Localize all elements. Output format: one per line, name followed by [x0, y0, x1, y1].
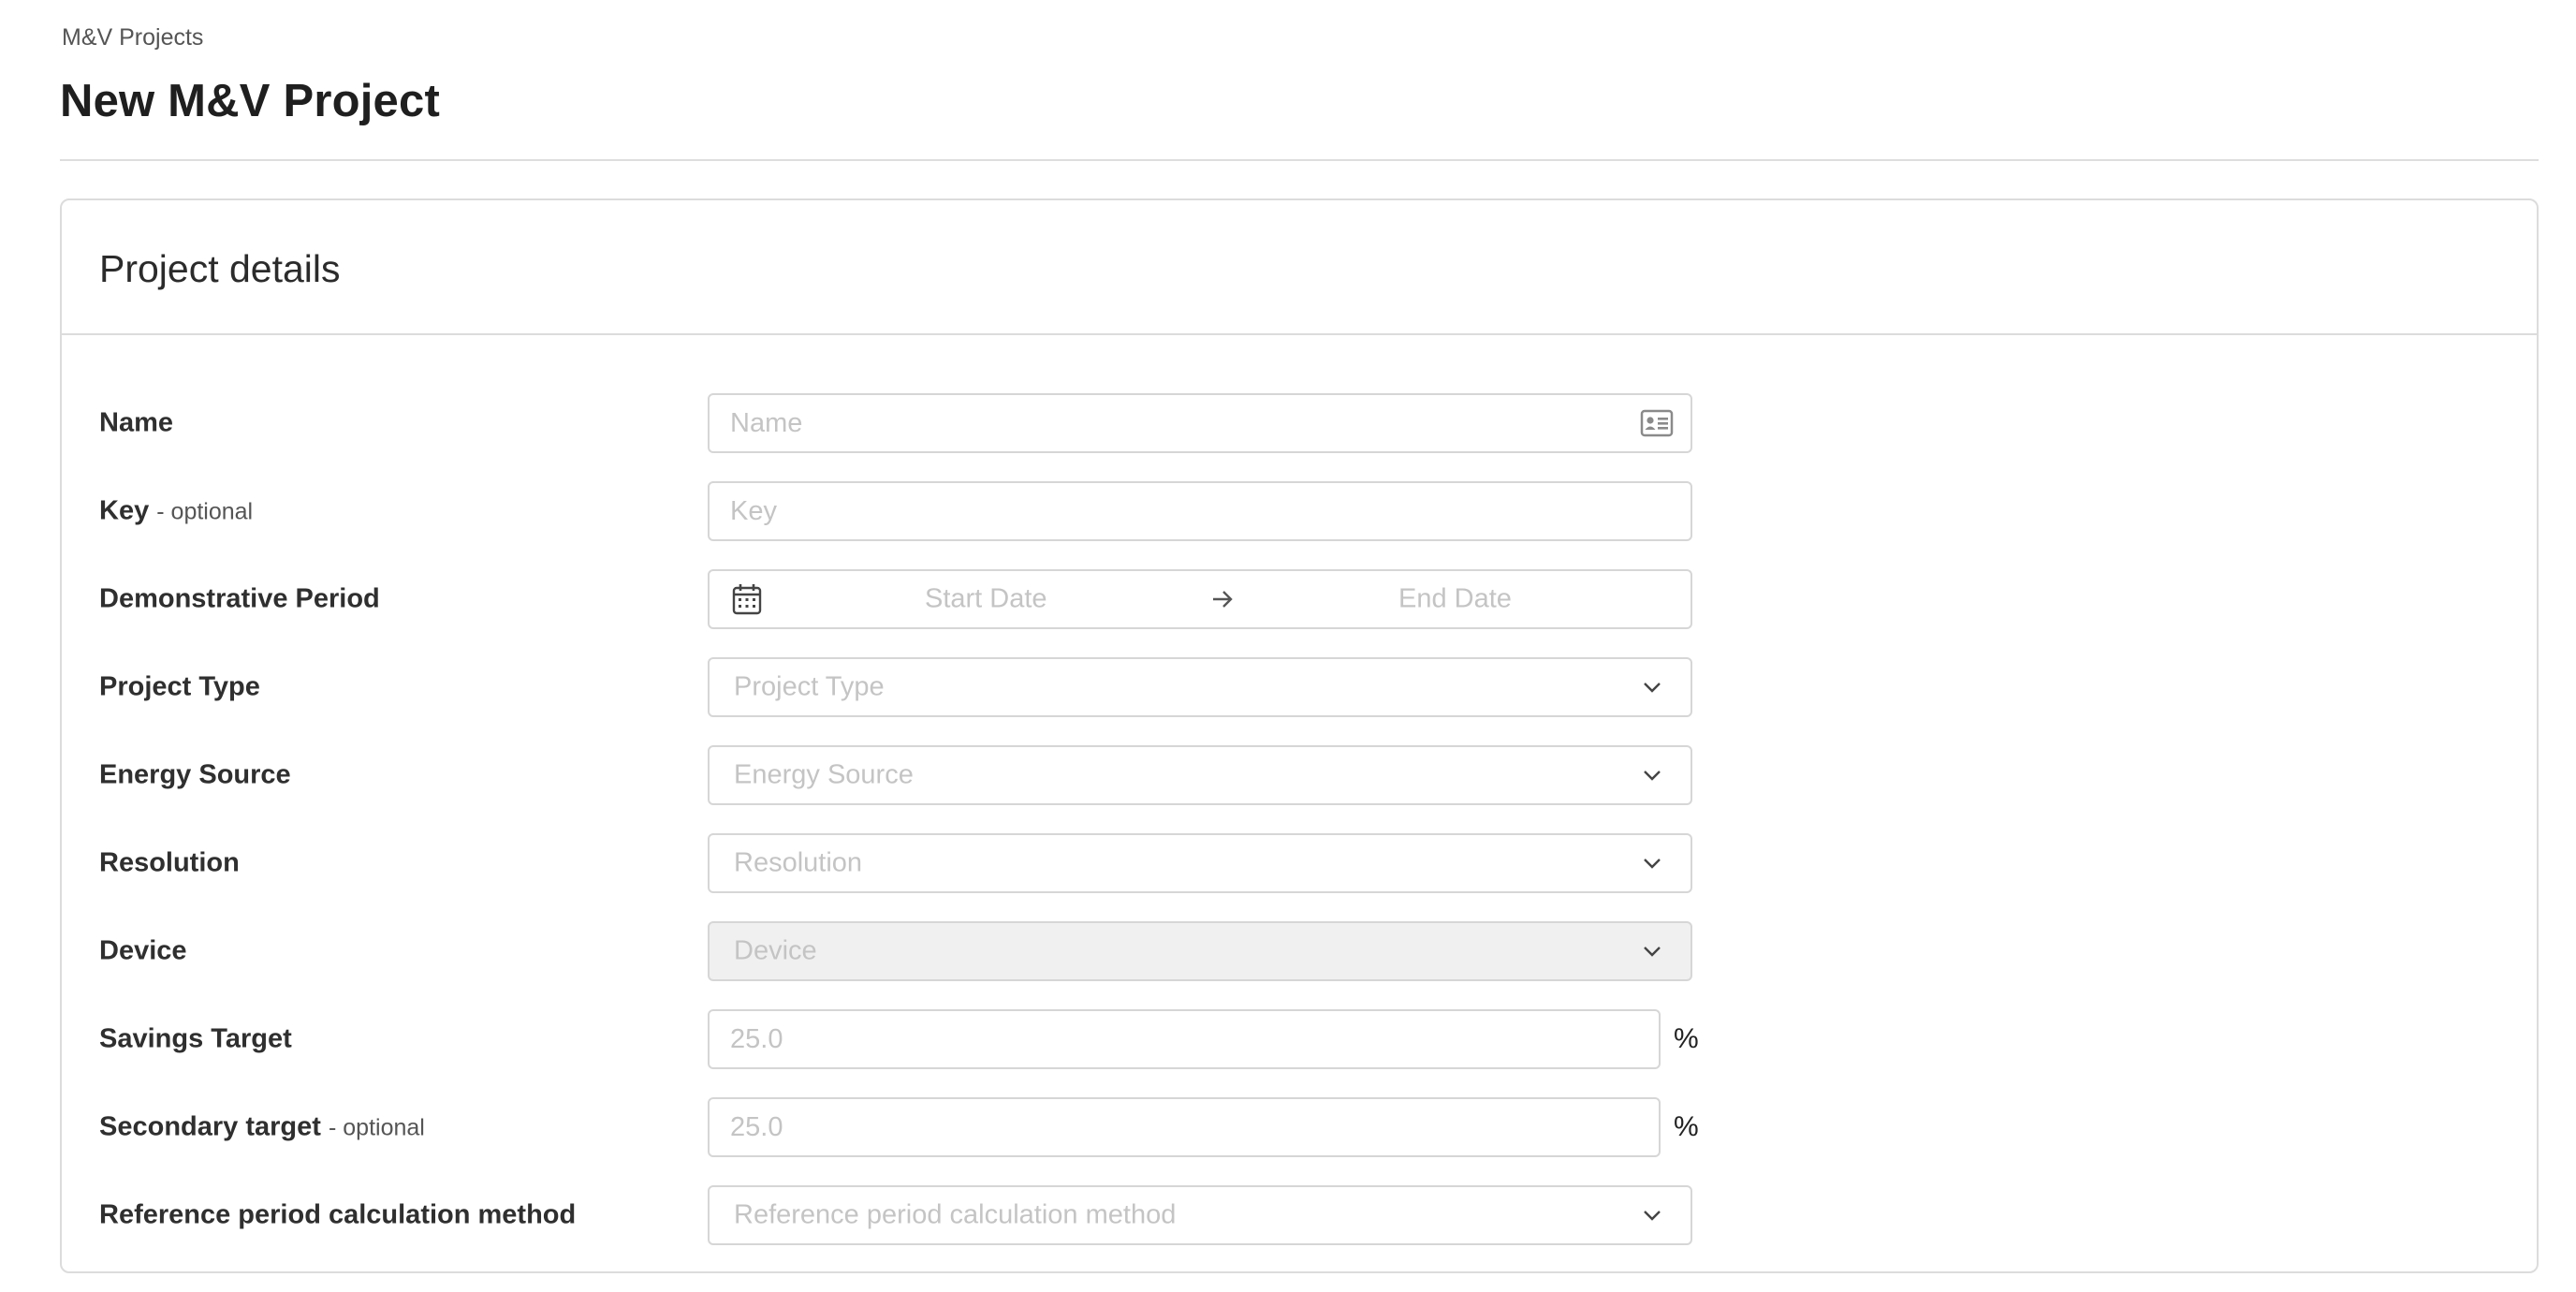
contact-card-icon [1640, 409, 1674, 437]
project-type-row: Project Type Project Type [62, 657, 2537, 717]
page-title: New M&V Project [60, 76, 440, 126]
savings-target-unit: % [1674, 1023, 1699, 1054]
secondary-target-optional-hint: - optional [328, 1114, 425, 1141]
end-date-input[interactable]: End Date [1398, 584, 1512, 615]
date-range-picker[interactable]: Start Date End Date [708, 569, 1692, 629]
project-details-card: Project details Name Key - optional [60, 198, 2539, 1273]
project-type-select[interactable]: Project Type [708, 657, 1692, 717]
secondary-target-row: Secondary target - optional % [62, 1097, 2537, 1157]
chevron-down-icon [1644, 683, 1661, 693]
savings-target-row: Savings Target % [62, 1009, 2537, 1069]
secondary-target-label: Secondary target - optional [99, 1112, 425, 1143]
arrow-right-icon [1213, 591, 1233, 608]
device-placeholder: Device [734, 935, 817, 966]
project-type-placeholder: Project Type [734, 671, 885, 702]
device-row: Device Device [62, 921, 2537, 981]
chevron-down-icon [1644, 771, 1661, 781]
savings-target-field-wrapper [708, 1009, 1661, 1069]
card-header: Project details [62, 200, 2537, 335]
chevron-down-icon [1644, 947, 1661, 957]
reference-method-label: Reference period calculation method [99, 1199, 577, 1230]
start-date-input[interactable]: Start Date [925, 584, 1047, 615]
secondary-target-input[interactable] [710, 1099, 1659, 1155]
reference-method-select[interactable]: Reference period calculation method [708, 1185, 1692, 1245]
name-field-wrapper [708, 393, 1692, 453]
header-divider [60, 159, 2539, 161]
calendar-icon [732, 584, 762, 615]
key-input[interactable] [710, 483, 1690, 539]
secondary-target-label-text: Secondary target [99, 1111, 321, 1142]
chevron-down-icon [1644, 859, 1661, 869]
secondary-target-field-wrapper [708, 1097, 1661, 1157]
savings-target-input[interactable] [710, 1011, 1659, 1067]
resolution-placeholder: Resolution [734, 847, 863, 878]
key-label-text: Key [99, 495, 150, 526]
period-row: Demonstrative Period Start Date End Date [62, 569, 2537, 629]
name-row: Name [62, 393, 2537, 453]
reference-method-row: Reference period calculation method Refe… [62, 1185, 2537, 1245]
resolution-label: Resolution [99, 847, 240, 878]
period-label: Demonstrative Period [99, 583, 380, 614]
key-row: Key - optional [62, 481, 2537, 541]
device-select: Device [708, 921, 1692, 981]
energy-source-label: Energy Source [99, 759, 291, 790]
energy-source-select[interactable]: Energy Source [708, 745, 1692, 805]
name-input[interactable] [710, 395, 1690, 451]
chevron-down-icon [1644, 1211, 1661, 1221]
secondary-target-unit: % [1674, 1111, 1699, 1142]
savings-target-label: Savings Target [99, 1023, 292, 1054]
resolution-select[interactable]: Resolution [708, 833, 1692, 893]
card-title: Project details [99, 247, 341, 290]
name-label: Name [99, 407, 173, 438]
project-type-label: Project Type [99, 671, 260, 702]
breadcrumb-link[interactable]: M&V Projects [62, 24, 203, 51]
energy-source-placeholder: Energy Source [734, 759, 914, 790]
device-label: Device [99, 935, 187, 966]
resolution-row: Resolution Resolution [62, 833, 2537, 893]
reference-method-placeholder: Reference period calculation method [734, 1199, 1177, 1230]
key-field-wrapper [708, 481, 1692, 541]
energy-source-row: Energy Source Energy Source [62, 745, 2537, 805]
key-label: Key - optional [99, 496, 253, 527]
key-optional-hint: - optional [156, 498, 254, 525]
